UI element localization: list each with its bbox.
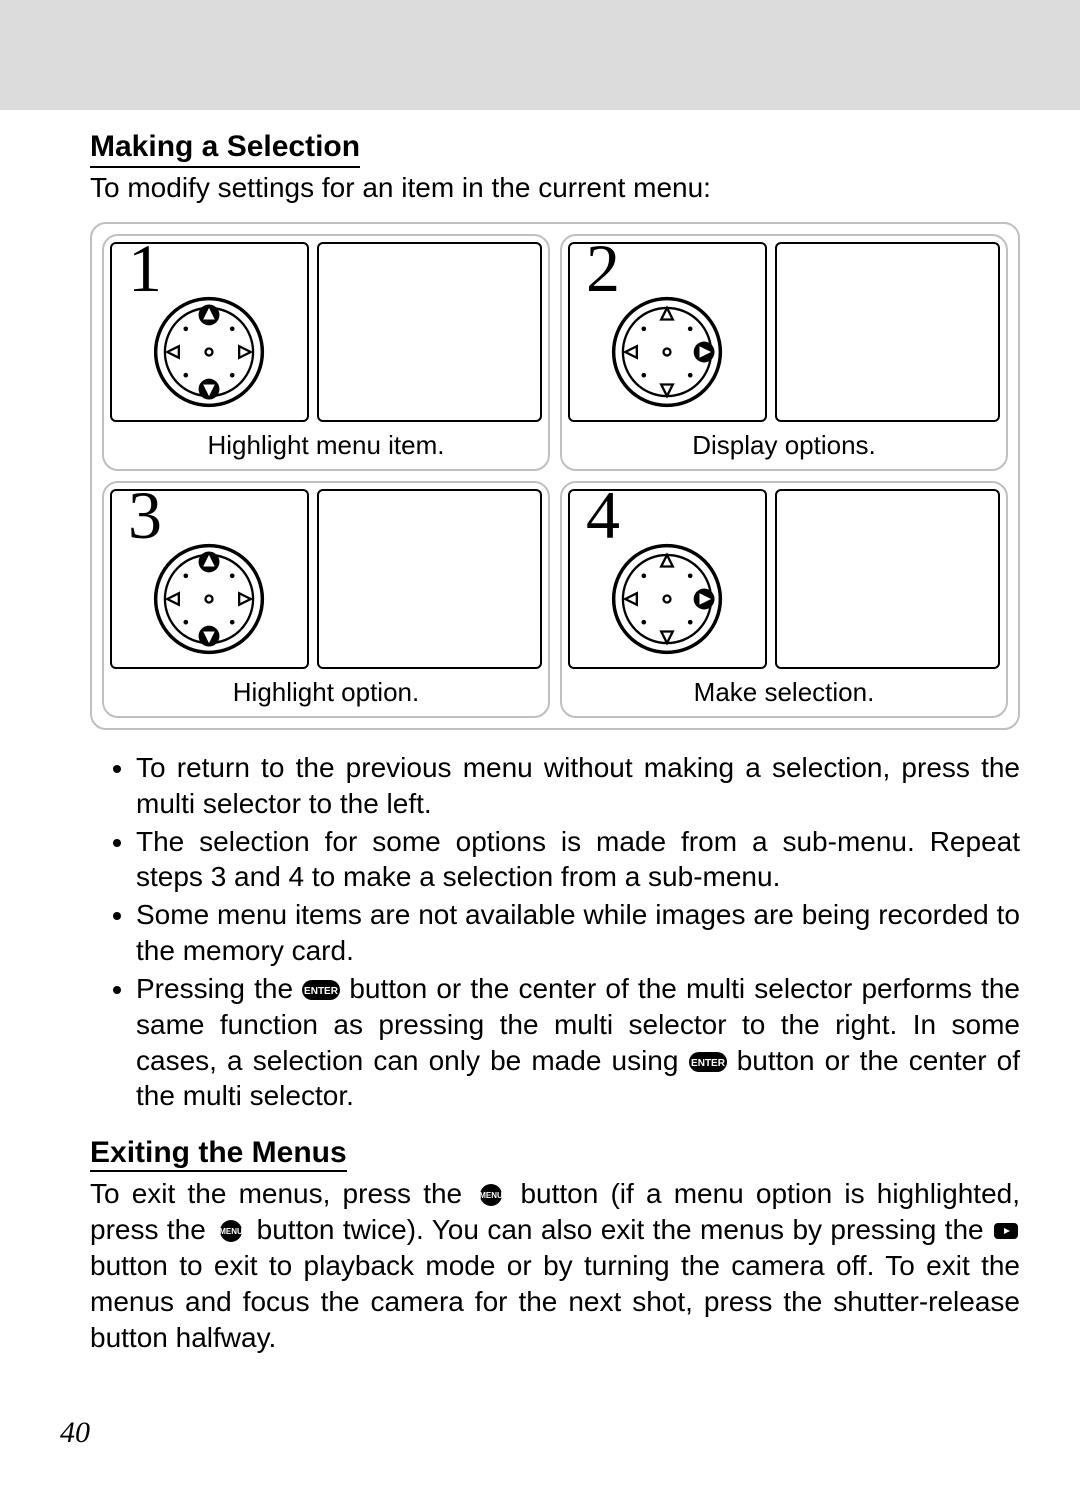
step-1: 1 bbox=[102, 234, 550, 471]
step-4-screen-panel bbox=[775, 489, 1000, 669]
step-4-number: 4 bbox=[586, 481, 620, 549]
step-3-number: 3 bbox=[128, 481, 162, 549]
enter-button-icon: ENTER bbox=[302, 978, 340, 1002]
exit-part-c: button twice). You can also exit the men… bbox=[257, 1214, 992, 1245]
step-3-screen-panel bbox=[317, 489, 542, 669]
exit-paragraph: To exit the menus, press the MENU button… bbox=[90, 1176, 1020, 1355]
note-3: Some menu items are not available while … bbox=[136, 897, 1020, 969]
note-4: Pressing the ENTER button or the center … bbox=[136, 971, 1020, 1114]
svg-text:MENU: MENU bbox=[219, 1227, 243, 1236]
step-2-screen-panel bbox=[775, 242, 1000, 422]
step-3-caption: Highlight option. bbox=[110, 677, 542, 708]
note-2: The selection for some options is made f… bbox=[136, 824, 1020, 896]
svg-text:ENTER: ENTER bbox=[691, 1058, 726, 1069]
step-4: 4 bbox=[560, 481, 1008, 718]
multi-selector-icon bbox=[151, 294, 267, 410]
step-2-caption: Display options. bbox=[568, 430, 1000, 461]
exit-part-d: button to exit to playback mode or by tu… bbox=[90, 1250, 1020, 1353]
svg-text:MENU: MENU bbox=[480, 1191, 504, 1200]
step-2-number: 2 bbox=[586, 234, 620, 302]
menu-button-icon: MENU bbox=[474, 1183, 508, 1207]
step-2-selector-panel: 2 bbox=[568, 242, 767, 422]
menu-button-icon: MENU bbox=[214, 1219, 248, 1243]
step-2: 2 bbox=[560, 234, 1008, 471]
playback-button-icon bbox=[992, 1219, 1020, 1243]
page-body: Making a Selection To modify settings fo… bbox=[0, 110, 1080, 1486]
multi-selector-icon bbox=[609, 294, 725, 410]
step-1-number: 1 bbox=[128, 234, 162, 302]
page-number: 40 bbox=[60, 1416, 90, 1450]
step-4-selector-panel: 4 bbox=[568, 489, 767, 669]
note-1: To return to the previous menu without m… bbox=[136, 750, 1020, 822]
step-4-caption: Make selection. bbox=[568, 677, 1000, 708]
intro-text: To modify settings for an item in the cu… bbox=[90, 172, 1020, 204]
svg-text:ENTER: ENTER bbox=[304, 986, 339, 997]
step-1-caption: Highlight menu item. bbox=[110, 430, 542, 461]
multi-selector-icon bbox=[609, 541, 725, 657]
steps-container: 1 bbox=[90, 222, 1020, 730]
heading-making-a-selection: Making a Selection bbox=[90, 130, 360, 168]
step-1-selector-panel: 1 bbox=[110, 242, 309, 422]
step-1-screen-panel bbox=[317, 242, 542, 422]
step-3-selector-panel: 3 bbox=[110, 489, 309, 669]
step-3: 3 bbox=[102, 481, 550, 718]
heading-exiting-the-menus: Exiting the Menus bbox=[90, 1136, 347, 1172]
note-4-part-a: Pressing the bbox=[136, 973, 302, 1004]
multi-selector-icon bbox=[151, 541, 267, 657]
exit-part-a: To exit the menus, press the bbox=[90, 1178, 474, 1209]
notes-list: To return to the previous menu without m… bbox=[90, 750, 1020, 1114]
enter-button-icon: ENTER bbox=[689, 1050, 727, 1074]
